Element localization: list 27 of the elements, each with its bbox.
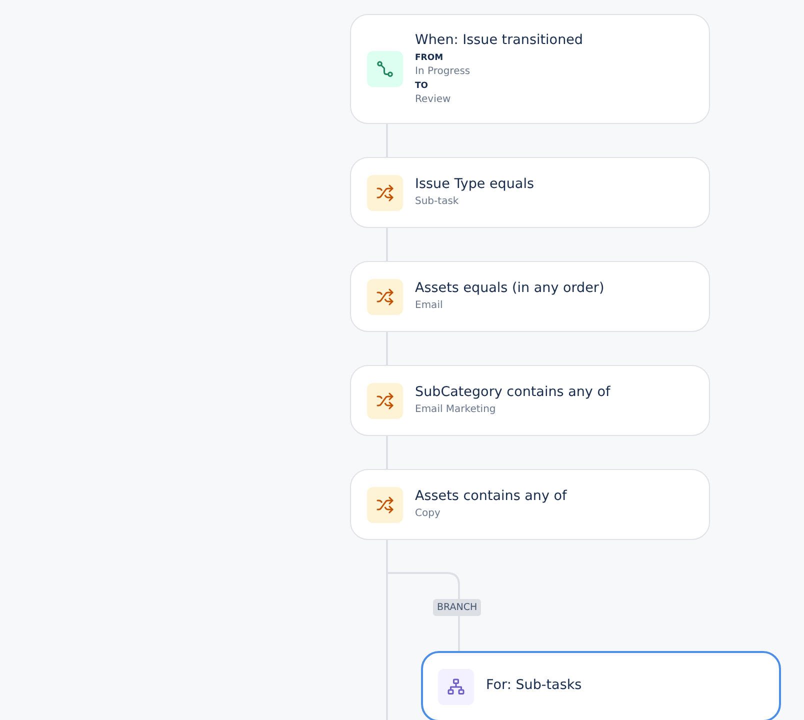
step-card[interactable]: SubCategory contains any of Email Marketing [350,365,710,436]
path-icon [376,60,394,78]
shuffle-icon [376,496,394,514]
field-label: FROM [415,52,444,64]
step-card[interactable]: Issue Type equals Sub-task [350,157,710,228]
field-value: Review [415,92,452,106]
step-title: For: Sub-tasks [486,677,582,693]
step-card[interactable]: For: Sub-tasks [421,651,781,720]
step-card[interactable]: Assets contains any of Copy [350,469,710,540]
step-title: Assets contains any of [415,488,567,504]
field-value: Email Marketing [415,403,497,417]
step-title: SubCategory contains any of [415,384,610,400]
shuffle-icon [376,288,394,306]
step-card[interactable]: When: Issue transitioned FROM In Progress TO Review [350,14,710,124]
step-card[interactable]: Assets equals (in any order) Email [350,261,710,332]
step-title: When: Issue transitioned [415,32,583,48]
branch-label: BRANCH [433,599,482,616]
field-value: Copy [415,507,442,521]
field-value: Sub-task [415,195,460,209]
step-title: Assets equals (in any order) [415,280,604,296]
shuffle-icon [376,184,394,202]
step-title: Issue Type equals [415,176,534,192]
field-label: TO [415,80,430,92]
hierarchy-icon [447,678,465,696]
shuffle-icon [376,392,394,410]
field-value: In Progress [415,64,472,78]
field-value: Email [415,299,444,313]
